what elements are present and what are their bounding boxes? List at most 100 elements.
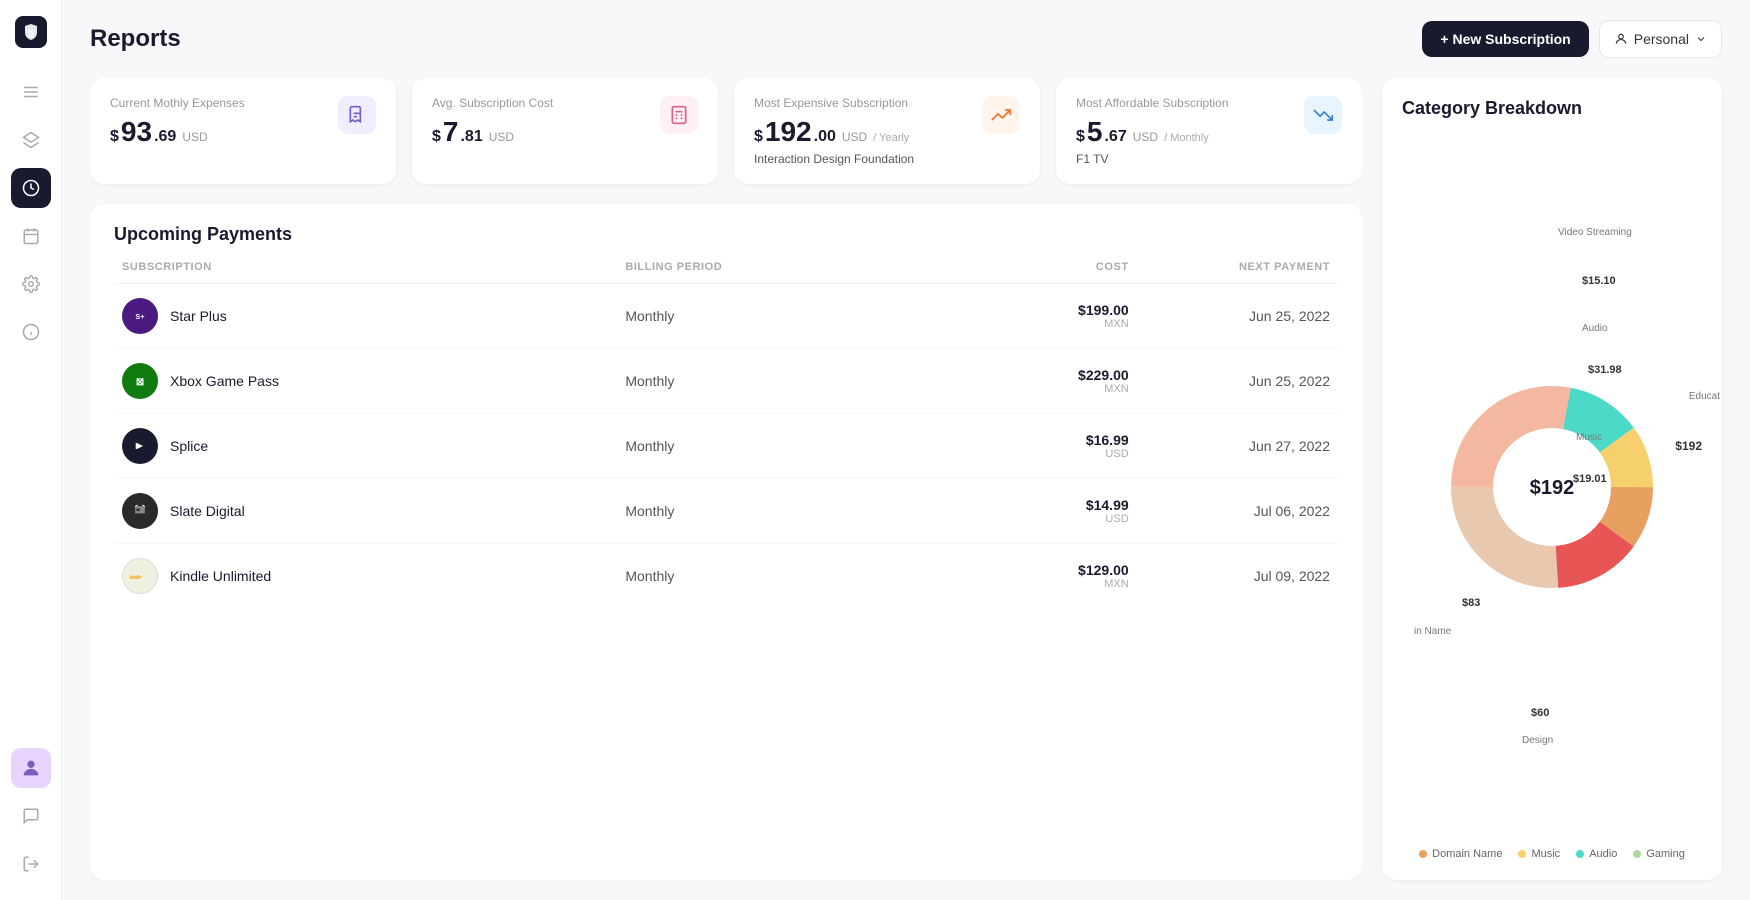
stat-currency-expensive: USD bbox=[842, 130, 867, 144]
xbox-logo-icon: ⊠ bbox=[129, 370, 151, 392]
legend-dot-audio bbox=[1576, 850, 1584, 858]
stat-icon-expenses bbox=[338, 96, 376, 134]
header: Reports + New Subscription Personal bbox=[62, 0, 1750, 78]
sidebar-item-logout[interactable] bbox=[11, 844, 51, 884]
cost-slate: $14.99 USD bbox=[927, 497, 1128, 525]
sidebar-item-chat[interactable] bbox=[11, 796, 51, 836]
cost-currency-kindle: MXN bbox=[927, 578, 1128, 590]
stat-dollar-affordable: $ bbox=[1076, 128, 1085, 146]
legend-dot-gaming bbox=[1633, 850, 1641, 858]
sub-name-text-splice: Splice bbox=[170, 438, 208, 454]
stat-card-expensive-content: Most Expensive Subscription $ 192 .00 US… bbox=[754, 96, 914, 166]
next-payment-xbox: Jun 25, 2022 bbox=[1129, 373, 1330, 389]
personal-selector-button[interactable]: Personal bbox=[1599, 20, 1722, 58]
chevron-down-icon bbox=[1695, 33, 1707, 45]
cost-amount-xbox: $229.00 bbox=[927, 367, 1128, 383]
left-panel: Current Mothly Expenses $ 93 .69 USD bbox=[90, 78, 1362, 880]
cost-splice: $16.99 USD bbox=[927, 432, 1128, 460]
col-billing: BILLING PERIOD bbox=[625, 261, 927, 273]
trending-down-icon bbox=[1313, 105, 1333, 125]
new-subscription-button[interactable]: + New Subscription bbox=[1422, 21, 1588, 57]
donut-chart-container: $192 Video Streaming Audio $31.98 Music … bbox=[1402, 145, 1702, 828]
legend-item-audio: Audio bbox=[1576, 848, 1617, 860]
stat-icon-expensive bbox=[982, 96, 1020, 134]
legend-label-audio: Audio bbox=[1589, 848, 1617, 860]
cost-starplus: $199.00 MXN bbox=[927, 302, 1128, 330]
label-video-streaming: Video Streaming bbox=[1558, 227, 1632, 238]
cost-currency-starplus: MXN bbox=[927, 318, 1128, 330]
stat-currency-expenses: USD bbox=[182, 130, 207, 144]
sidebar-item-info[interactable] bbox=[11, 312, 51, 352]
stat-dollar-expenses: $ bbox=[110, 128, 119, 146]
legend-label-music: Music bbox=[1531, 848, 1560, 860]
next-payment-splice: Jun 27, 2022 bbox=[1129, 438, 1330, 454]
sub-name-text-slate: Slate Digital bbox=[170, 503, 245, 519]
cost-amount-starplus: $199.00 bbox=[927, 302, 1128, 318]
legend-item-domain: Domain Name bbox=[1419, 848, 1502, 860]
svg-text:$192: $192 bbox=[1530, 477, 1575, 499]
legend-item-gaming: Gaming bbox=[1633, 848, 1685, 860]
stat-card-content: Current Mothly Expenses $ 93 .69 USD bbox=[110, 96, 245, 148]
billing-xbox: Monthly bbox=[625, 373, 927, 389]
sub-name-splice: Splice bbox=[122, 428, 625, 464]
legend-item-music: Music bbox=[1518, 848, 1560, 860]
billing-slate: Monthly bbox=[625, 503, 927, 519]
stat-card-affordable: Most Affordable Subscription $ 5 .67 USD… bbox=[1056, 78, 1362, 184]
stat-value-affordable: $ 5 .67 USD / Monthly bbox=[1076, 116, 1229, 148]
cost-amount-kindle: $129.00 bbox=[927, 562, 1128, 578]
stat-value-expensive: $ 192 .00 USD / Yearly bbox=[754, 116, 914, 148]
sub-name-text-xbox: Xbox Game Pass bbox=[170, 373, 279, 389]
sub-name-slate: Slate Digital bbox=[122, 493, 625, 529]
upcoming-title: Upcoming Payments bbox=[114, 224, 1338, 245]
table-row: Splice Monthly $16.99 USD Jun 27, 2022 bbox=[114, 414, 1338, 479]
splice-logo-icon bbox=[129, 435, 151, 457]
sidebar-item-avatar[interactable] bbox=[11, 748, 51, 788]
stat-icon-avg bbox=[660, 96, 698, 134]
stat-dollar-avg: $ bbox=[432, 128, 441, 146]
table-row: Slate Digital Monthly $14.99 USD Jul 06,… bbox=[114, 479, 1338, 544]
value-video: $15.10 bbox=[1582, 275, 1616, 287]
sub-name-starplus: S+ Star Plus bbox=[122, 298, 625, 334]
legend-label-gaming: Gaming bbox=[1646, 848, 1685, 860]
stat-card-expensive: Most Expensive Subscription $ 192 .00 US… bbox=[734, 78, 1040, 184]
stat-decimal-avg: .81 bbox=[460, 128, 482, 146]
starplus-logo-icon: S+ bbox=[129, 305, 151, 327]
stat-main-expenses: 93 bbox=[121, 116, 152, 148]
table-row: kindle unlimited Kindle Unlimited Monthl… bbox=[114, 544, 1338, 608]
stat-card-affordable-content: Most Affordable Subscription $ 5 .67 USD… bbox=[1076, 96, 1229, 166]
page-title: Reports bbox=[90, 25, 181, 53]
legend-label-domain: Domain Name bbox=[1432, 848, 1502, 860]
stat-cards-row: Current Mothly Expenses $ 93 .69 USD bbox=[90, 78, 1362, 184]
stat-sub-expensive: Interaction Design Foundation bbox=[754, 152, 914, 166]
sub-logo-xbox: ⊠ bbox=[122, 363, 158, 399]
personal-label: Personal bbox=[1634, 31, 1689, 47]
stat-main-affordable: 5 bbox=[1087, 116, 1103, 148]
cost-currency-slate: USD bbox=[927, 513, 1128, 525]
col-subscription: SUBSCRIPTION bbox=[122, 261, 625, 273]
col-next-payment: NEXT PAYMENT bbox=[1129, 261, 1330, 273]
person-icon bbox=[1614, 32, 1628, 46]
cost-currency-splice: USD bbox=[927, 448, 1128, 460]
stat-card-avg-content: Avg. Subscription Cost $ 7 .81 USD bbox=[432, 96, 553, 148]
label-audio: Audio bbox=[1582, 323, 1608, 334]
sidebar bbox=[0, 0, 62, 900]
next-payment-kindle: Jul 09, 2022 bbox=[1129, 568, 1330, 584]
label-education: Educat bbox=[1689, 391, 1720, 402]
stat-value-avg: $ 7 .81 USD bbox=[432, 116, 553, 148]
sidebar-item-calendar[interactable] bbox=[11, 216, 51, 256]
sub-logo-starplus: S+ bbox=[122, 298, 158, 334]
stat-currency-avg: USD bbox=[489, 130, 514, 144]
svg-text:S+: S+ bbox=[135, 312, 144, 321]
stat-value-expenses: $ 93 .69 USD bbox=[110, 116, 245, 148]
next-payment-starplus: Jun 25, 2022 bbox=[1129, 308, 1330, 324]
sidebar-item-layers[interactable] bbox=[11, 120, 51, 160]
app-logo[interactable] bbox=[15, 16, 47, 48]
upcoming-payments-section: Upcoming Payments SUBSCRIPTION BILLING P… bbox=[90, 204, 1362, 880]
sidebar-item-menu[interactable] bbox=[11, 72, 51, 112]
sidebar-item-reports[interactable] bbox=[11, 168, 51, 208]
sub-logo-kindle: kindle unlimited bbox=[122, 558, 158, 594]
sidebar-item-settings[interactable] bbox=[11, 264, 51, 304]
kindle-logo-icon: kindle unlimited bbox=[129, 569, 151, 583]
slate-logo-icon bbox=[129, 500, 151, 522]
stat-label-avg: Avg. Subscription Cost bbox=[432, 96, 553, 110]
